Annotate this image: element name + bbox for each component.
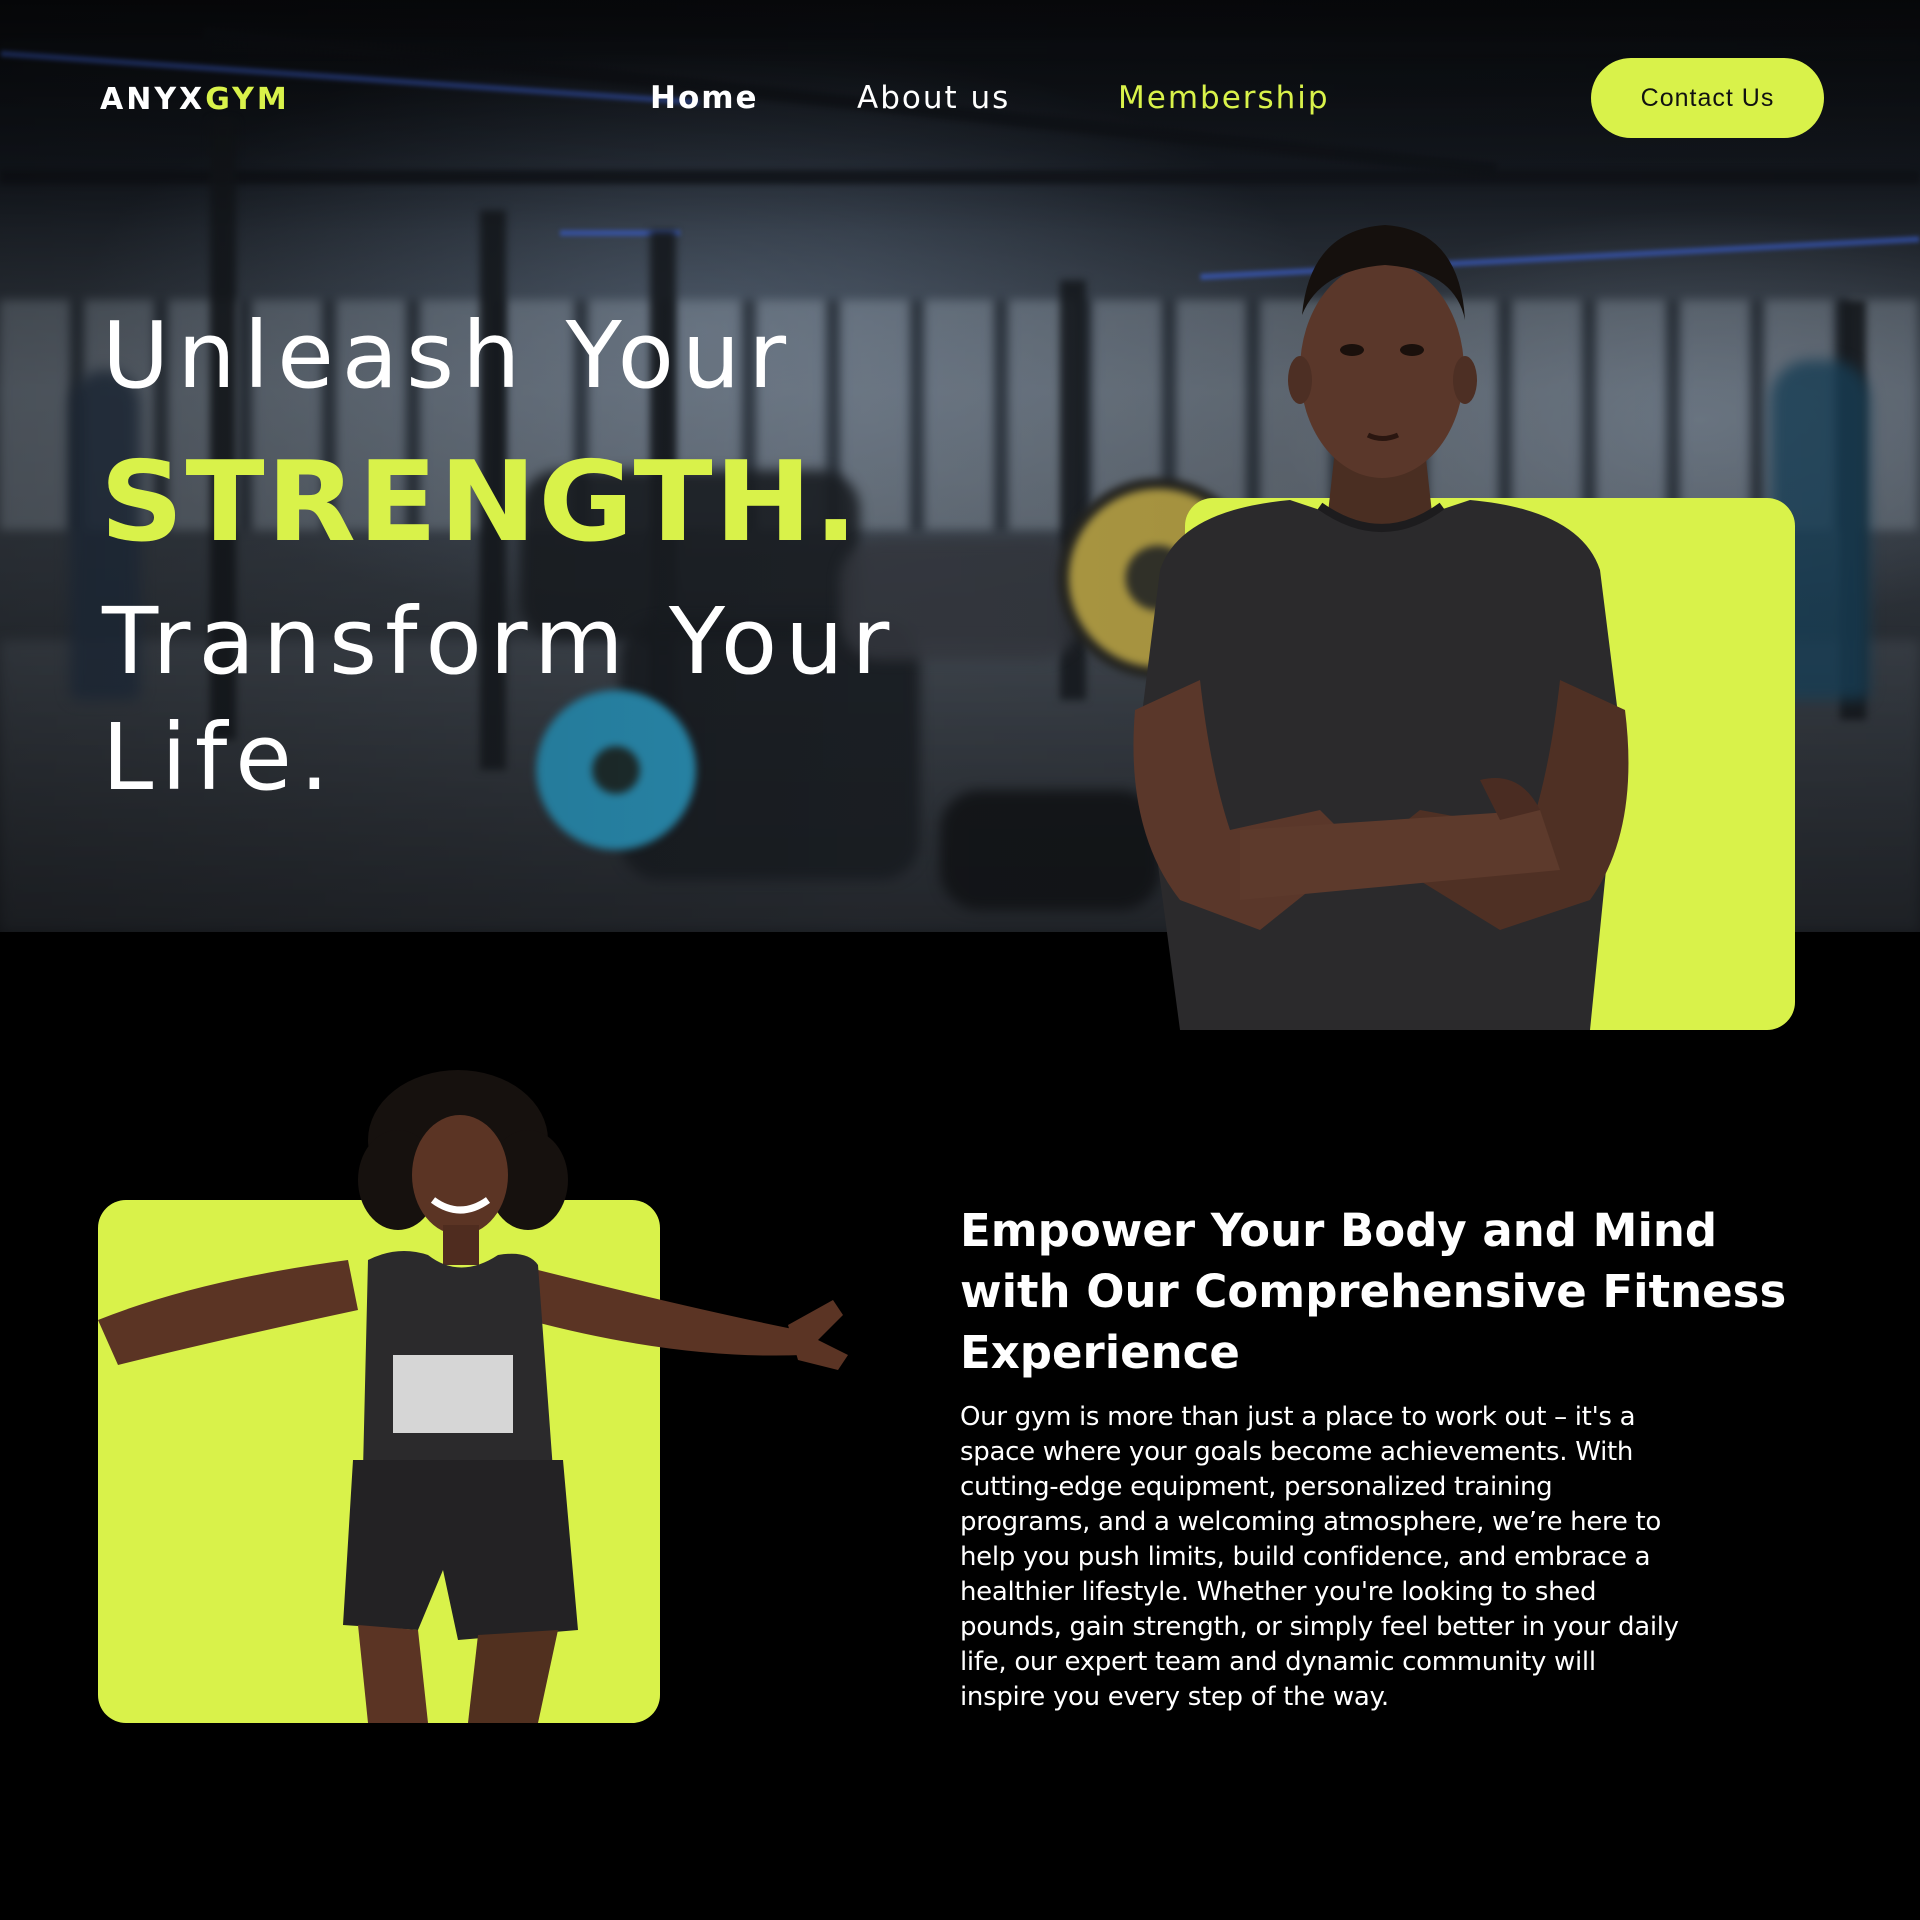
about-section-body: Our gym is more than just a place to wor… <box>960 1402 1679 1712</box>
logo[interactable]: ANYXGYM <box>100 82 290 117</box>
contact-us-button[interactable]: Contact Us <box>1591 58 1824 138</box>
logo-text-part2: GYM <box>205 82 290 117</box>
nav-link-membership[interactable]: Membership <box>1118 80 1330 116</box>
nav-link-about-us[interactable]: About us <box>857 80 1010 116</box>
hero-headline-highlight: STRENGTH. <box>100 438 860 567</box>
nav-link-home[interactable]: Home <box>650 80 759 116</box>
runner-photo <box>98 1070 898 1723</box>
trainer-photo <box>1120 210 1680 1030</box>
about-section-title: Empower Your Body and Mind with Our Comp… <box>960 1204 1787 1379</box>
hero-headline-line1: Unleash Your <box>102 302 795 409</box>
hero-headline-line2: Transform Your <box>102 588 898 695</box>
logo-text-part1: ANYX <box>100 82 206 117</box>
hero-headline-line3: Life. <box>102 704 338 811</box>
page: ANYXGYM Home About us Membership Contact… <box>0 0 1920 1920</box>
